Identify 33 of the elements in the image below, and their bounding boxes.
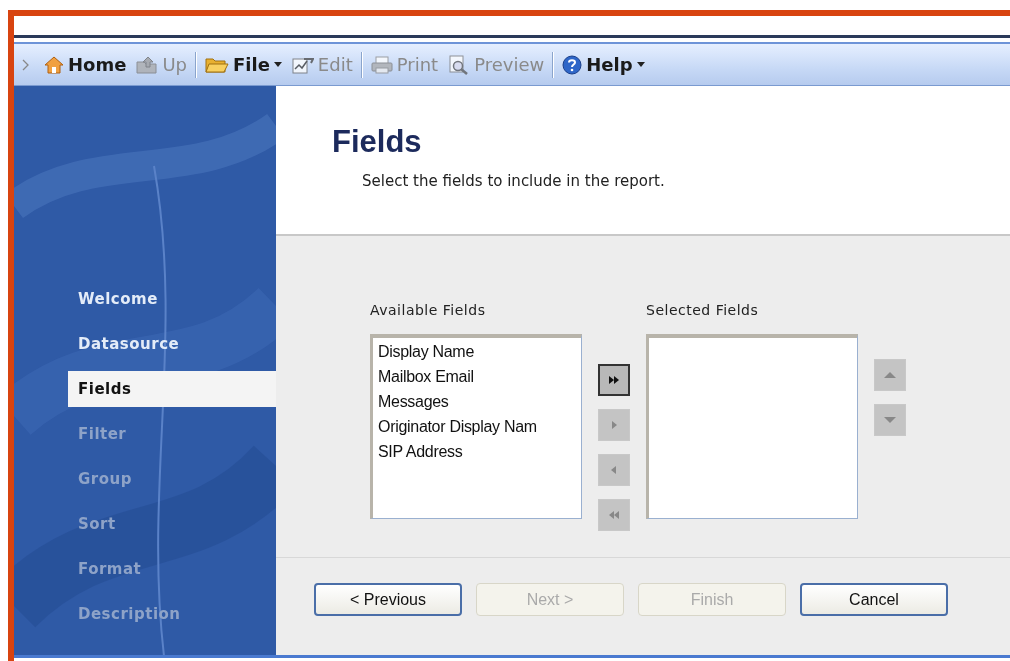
toolbar-button[interactable]: File [203,52,284,77]
help-icon [562,54,583,75]
sidebar-step[interactable]: Fields [68,371,276,407]
folder-up-icon [136,55,159,74]
chevron-icon [22,58,30,71]
list-label: Selected Fields [646,302,760,320]
sidebar-step[interactable]: Welcome [68,281,276,326]
selected-fields-list[interactable] [646,334,858,519]
edit-icon [291,55,314,74]
down-arrow-icon [883,414,897,426]
page-subtitle: Select the fields to include in the report. [362,172,666,190]
double-right-arrow-icon [607,374,621,386]
toolbar-button[interactable]: Home [42,52,129,77]
house-icon [44,55,64,74]
list-label: Available Fields [370,302,487,320]
printer-icon [370,55,393,74]
wizard-button[interactable]: < Previous [314,583,462,616]
double-left-arrow-icon [607,509,621,521]
double-right-arrow-button[interactable] [598,364,630,396]
toolbar-button[interactable]: Help [560,52,647,77]
list-item[interactable]: Mailbox Email [378,364,581,389]
caret-icon [273,62,282,67]
wizard-button[interactable]: Cancel [800,583,948,616]
folder-icon [205,55,229,74]
up-arrow-icon [883,369,897,381]
list-item[interactable]: SIP Address [378,439,581,464]
available-fields-list[interactable]: Display Name Mailbox Email Messages Originator Display Nam SIP Address [370,334,582,519]
list-item[interactable]: Messages [378,389,581,414]
page-title: Fields [332,124,423,160]
list-item[interactable]: Display Name [378,339,581,364]
caret-icon [636,62,645,67]
list-item[interactable]: Originator Display Nam [378,414,581,439]
sidebar-step[interactable]: Datasource [68,326,276,371]
